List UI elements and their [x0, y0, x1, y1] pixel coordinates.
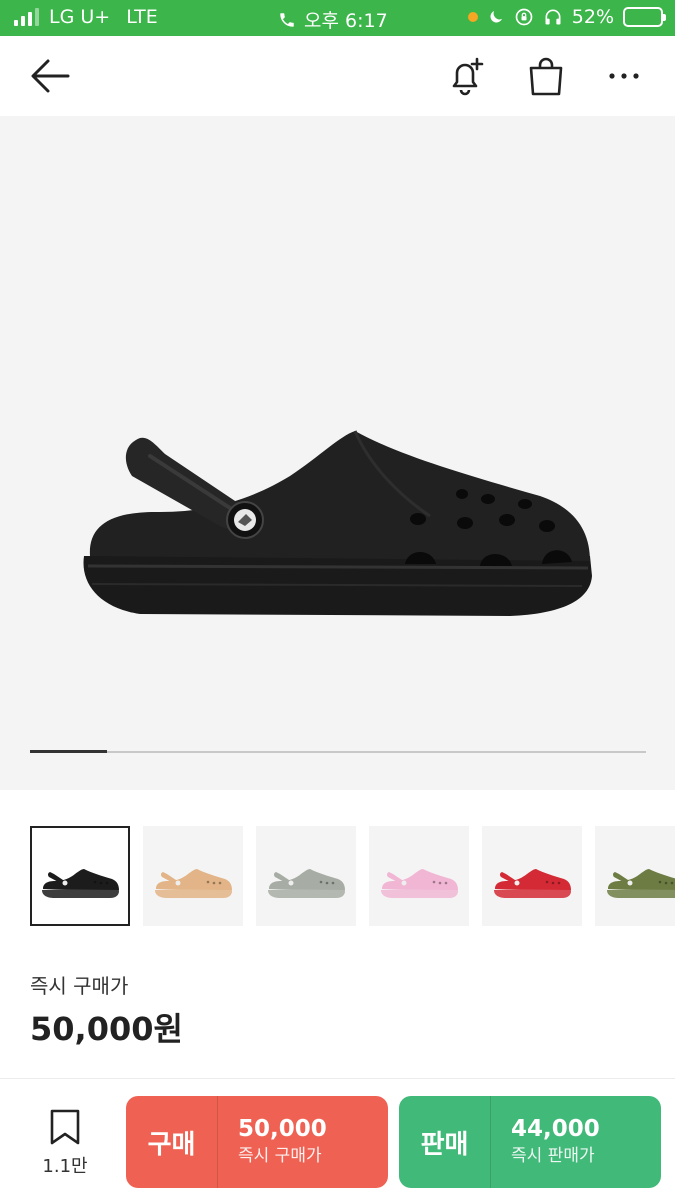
network-label: LTE [126, 6, 158, 28]
arrow-left-icon[interactable] [28, 56, 72, 96]
color-option-red[interactable] [482, 826, 582, 926]
app-header [0, 36, 675, 116]
clog-thumbnail-image [155, 869, 232, 898]
product-image-gallery[interactable] [0, 116, 675, 790]
color-option-list [30, 826, 675, 928]
color-option-black[interactable] [30, 826, 130, 926]
clock: 오후 6:17 [304, 10, 388, 32]
clog-thumbnail-image [494, 869, 571, 898]
buy-button[interactable]: 구매 50,000 즉시 구매가 [126, 1096, 388, 1188]
product-image [83, 430, 593, 616]
gallery-progress-track [30, 750, 646, 753]
battery-percent: 52% [571, 6, 614, 28]
carrier-label: LG U+ [49, 6, 111, 28]
color-option-beige[interactable] [143, 826, 243, 926]
status-bar: LG U+ LTE 오후 6:17 52% [0, 0, 675, 36]
sell-sub-label: 즉시 판매가 [511, 1146, 595, 1166]
clog-thumbnail-image [381, 869, 458, 898]
divider [0, 1078, 675, 1079]
wishlist-count: 1.1만 [42, 1156, 88, 1177]
clog-thumbnail-image [607, 869, 675, 898]
battery-icon [623, 7, 666, 27]
buy-amount: 50,000 [238, 1116, 327, 1142]
buy-label: 구매 [126, 1096, 218, 1188]
sell-amount: 44,000 [511, 1116, 600, 1142]
color-option-olive[interactable] [595, 826, 675, 926]
headphones-icon [545, 9, 561, 25]
color-option-grey[interactable] [256, 826, 356, 926]
phone-icon [280, 12, 294, 27]
sell-button[interactable]: 판매 44,000 즉시 판매가 [399, 1096, 661, 1188]
signal-icon [14, 8, 39, 26]
buy-sub-label: 즉시 구매가 [238, 1146, 322, 1166]
clog-thumbnail-image [268, 869, 345, 898]
instant-buy-price-label: 즉시 구매가 [30, 974, 129, 998]
shopping-bag-icon[interactable] [524, 54, 568, 98]
instant-buy-price: 50,000원 [30, 1010, 183, 1048]
bookmark-icon [50, 1109, 80, 1145]
privacy-dot-icon [467, 12, 478, 22]
moon-icon [490, 11, 502, 23]
rotation-lock-icon [515, 8, 533, 26]
sell-label: 판매 [399, 1096, 491, 1188]
wishlist-button[interactable]: 1.1만 [30, 1108, 100, 1178]
clog-thumbnail-image [42, 869, 119, 898]
bell-plus-icon[interactable] [444, 54, 488, 98]
more-horizontal-icon[interactable] [602, 54, 646, 98]
gallery-progress-indicator [30, 750, 107, 753]
color-option-pink[interactable] [369, 826, 469, 926]
